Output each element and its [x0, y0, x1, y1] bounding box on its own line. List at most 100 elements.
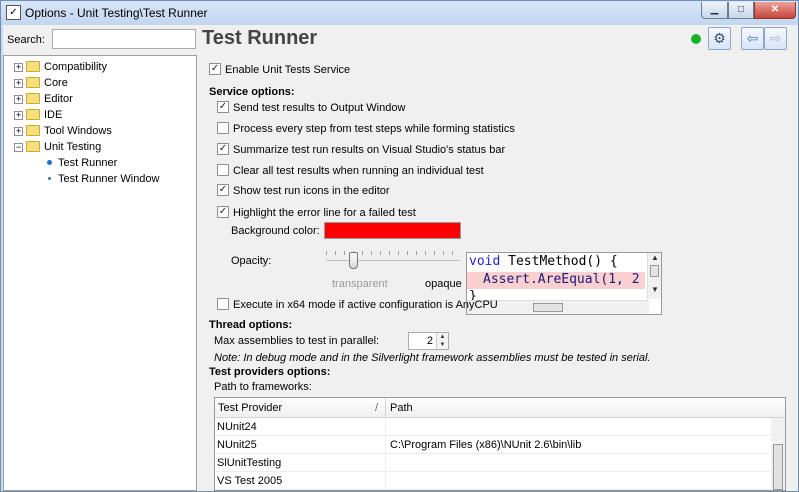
checkbox-box[interactable]: ✓ — [209, 63, 221, 75]
stepper-value[interactable]: 2 — [427, 335, 433, 347]
back-button[interactable]: ⇦ — [741, 27, 764, 50]
scroll-thumb[interactable] — [533, 303, 563, 312]
column-header-provider[interactable]: Test Provider — [218, 402, 282, 414]
table-row[interactable]: VS Test 2005 — [215, 472, 773, 490]
tree-item-label: Tool Windows — [44, 125, 112, 137]
maximize-button[interactable]: □ — [728, 2, 754, 19]
opaque-label: opaque — [425, 278, 462, 290]
folder-icon — [26, 125, 40, 136]
background-color-label: Background color: — [231, 225, 320, 237]
path-cell[interactable]: C:\Program Files (x86)\NUnit 2.6\bin\lib — [390, 439, 581, 451]
checkbox-box[interactable]: ✓ — [217, 206, 229, 218]
folder-icon — [26, 77, 40, 88]
bullet-icon — [47, 160, 52, 165]
max-assemblies-label: Max assemblies to test in parallel: — [214, 335, 380, 347]
app-icon: ✓ — [6, 5, 21, 20]
close-button[interactable]: ✕ — [754, 2, 796, 19]
scroll-thumb[interactable] — [650, 265, 659, 277]
expand-icon[interactable]: + — [14, 79, 23, 88]
collapse-icon[interactable]: − — [14, 143, 23, 152]
checkbox-label: Highlight the error line for a failed te… — [233, 207, 416, 219]
code-line-highlighted: Assert.AreEqual(1, 2 — [467, 272, 645, 289]
scroll-thumb[interactable] — [773, 444, 783, 490]
window-title: Options - Unit Testing\Test Runner — [25, 6, 208, 20]
table-vertical-scrollbar[interactable] — [771, 418, 785, 490]
checkbox-label: Enable Unit Tests Service — [225, 64, 351, 76]
background-color-picker[interactable] — [324, 222, 461, 239]
tree-item-label: Editor — [44, 93, 73, 105]
checkbox-label: Clear all test results when running an i… — [233, 165, 484, 177]
service-options-heading: Service options: — [209, 86, 295, 98]
opacity-slider-thumb[interactable] — [348, 252, 358, 269]
thread-options-heading: Thread options: — [209, 319, 293, 331]
checkbox-box[interactable] — [217, 164, 229, 176]
providers-table[interactable]: Test Provider / Path NUnit24 NUnit25 C:\… — [214, 397, 786, 491]
forward-button[interactable]: ⇨ — [764, 27, 787, 50]
stepper-arrows-icon[interactable]: ▲ ▼ — [436, 333, 448, 349]
client-area: Search: Test Runner ⚙ ⇦ ⇨ + Compatibilit… — [3, 25, 798, 491]
tree-item-label: Core — [44, 77, 68, 89]
title-bar[interactable]: ✓ Options - Unit Testing\Test Runner ▁ □… — [1, 1, 798, 25]
expand-icon[interactable]: + — [14, 127, 23, 136]
checkbox-box[interactable]: ✓ — [217, 101, 229, 113]
path-to-frameworks-label: Path to frameworks: — [214, 381, 312, 393]
gear-button[interactable]: ⚙ — [708, 27, 731, 50]
folder-open-icon — [26, 141, 40, 152]
options-window: ✓ Options - Unit Testing\Test Runner ▁ □… — [0, 0, 799, 492]
column-divider[interactable] — [385, 398, 386, 418]
page-title: Test Runner — [202, 27, 318, 49]
expand-icon[interactable]: + — [14, 63, 23, 72]
folder-icon — [26, 61, 40, 72]
provider-cell: VS Test 2005 — [217, 475, 283, 487]
checkbox-label: Show test run icons in the editor — [233, 185, 390, 197]
folder-icon — [26, 93, 40, 104]
sort-icon: / — [375, 402, 379, 414]
serial-note: Note: In debug mode and in the Silverlig… — [214, 352, 651, 364]
folder-icon — [26, 109, 40, 120]
scroll-up-icon[interactable]: ▲ — [651, 253, 659, 262]
minimize-button[interactable]: ▁ — [701, 2, 728, 19]
table-row[interactable]: SlUnitTesting — [215, 454, 773, 472]
expand-icon[interactable]: + — [14, 111, 23, 120]
max-assemblies-stepper[interactable]: 2 ▲ ▼ — [408, 332, 449, 350]
tree-item-label: Compatibility — [44, 61, 107, 73]
checkbox-box[interactable]: ✓ — [217, 143, 229, 155]
column-header-path[interactable]: Path — [390, 402, 413, 414]
options-tree[interactable]: + Compatibility + Core + Editor + IDE + — [3, 55, 197, 491]
gear-icon: ⚙ — [713, 30, 726, 46]
test-providers-heading: Test providers options: — [209, 366, 331, 378]
cell-divider — [385, 472, 386, 490]
tree-item-label: Test Runner Window — [58, 173, 160, 185]
search-input[interactable] — [52, 29, 196, 49]
cell-divider — [385, 418, 386, 436]
bullet-icon — [48, 177, 51, 180]
table-row[interactable]: NUnit24 — [215, 418, 773, 436]
checkbox-box[interactable] — [217, 122, 229, 134]
tree-item-label: Unit Testing — [44, 141, 102, 153]
search-label: Search: — [7, 34, 45, 46]
provider-cell: NUnit25 — [217, 439, 257, 451]
code-line-1: void TestMethod() { — [469, 254, 618, 269]
transparent-label: transparent — [332, 278, 388, 290]
cell-divider — [385, 436, 386, 454]
status-indicator — [691, 34, 701, 44]
checkbox-box[interactable] — [217, 298, 229, 310]
settings-panel: ✓ Enable Unit Tests Service Service opti… — [202, 55, 798, 491]
opacity-label: Opacity: — [231, 255, 272, 267]
provider-cell: SlUnitTesting — [217, 457, 282, 469]
scroll-down-icon[interactable]: ▼ — [651, 285, 659, 294]
code-vertical-scrollbar[interactable]: ▲ ▼ — [647, 253, 661, 299]
opacity-slider-ticks — [326, 251, 460, 255]
provider-cell: NUnit24 — [217, 421, 257, 433]
arrow-left-icon: ⇦ — [746, 30, 759, 46]
table-row[interactable]: NUnit25 C:\Program Files (x86)\NUnit 2.6… — [215, 436, 773, 454]
cell-divider — [385, 454, 386, 472]
checkbox-label: Send test results to Output Window — [233, 102, 406, 114]
tree-item-label: Test Runner — [58, 157, 118, 169]
checkbox-label: Execute in x64 mode if active configurat… — [233, 299, 498, 311]
checkbox-label: Process every step from test steps while… — [233, 123, 515, 135]
expand-icon[interactable]: + — [14, 95, 23, 104]
table-header: Test Provider / Path — [215, 398, 785, 418]
checkbox-box[interactable]: ✓ — [217, 184, 229, 196]
opacity-slider-track[interactable] — [326, 260, 460, 261]
